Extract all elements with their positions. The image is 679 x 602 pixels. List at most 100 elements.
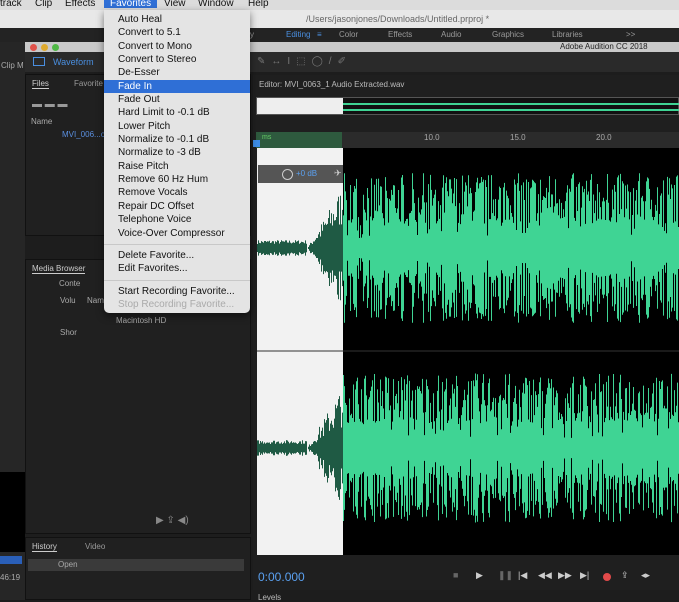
volumes-item[interactable]: Volu xyxy=(60,296,76,305)
minimize-button[interactable] xyxy=(41,44,48,51)
tab-editing[interactable]: Editing xyxy=(286,28,310,42)
content-label: Conte xyxy=(59,279,81,288)
more-tabs-button[interactable]: >> xyxy=(626,28,635,42)
menu-item-start-recording-favorite[interactable]: Start Recording Favorite... xyxy=(104,285,250,298)
timeline-buttons[interactable] xyxy=(0,556,22,564)
menu-help[interactable]: Help xyxy=(248,0,269,9)
menu-item-repair-dc-offset[interactable]: Repair DC Offset xyxy=(104,200,250,213)
skip-selection-icon[interactable]: ◂▸ xyxy=(641,570,650,581)
tab-graphics[interactable]: Graphics xyxy=(492,28,524,42)
skip-start-button[interactable]: |◀ xyxy=(518,570,527,581)
tab-color[interactable]: Color xyxy=(339,28,358,42)
menu-item-raise-pitch[interactable]: Raise Pitch xyxy=(104,160,250,173)
program-monitor xyxy=(0,472,25,552)
pause-button[interactable]: ❚❚ xyxy=(498,570,513,581)
pin-icon[interactable]: ✈ xyxy=(334,168,342,179)
menu-item-delete-favorite[interactable]: Delete Favorite... xyxy=(104,249,250,262)
tab-video[interactable]: Video xyxy=(85,542,105,551)
workspace-tabs: y Editing ≡ Color Effects Audio Graphics… xyxy=(0,28,679,42)
preview-controls[interactable]: ▶ ⇪ ◀) xyxy=(156,515,189,526)
waveform-tab[interactable]: Waveform xyxy=(53,57,94,67)
tab-levels[interactable]: Levels xyxy=(258,593,281,602)
waveform-channel-1 xyxy=(343,173,679,323)
fast-forward-button[interactable]: ▶▶ xyxy=(558,570,572,581)
history-item-label: Open xyxy=(58,560,78,569)
file-item[interactable]: MVI_006...o xyxy=(62,130,105,139)
menu-item-remove-vocals[interactable]: Remove Vocals xyxy=(104,186,250,199)
menu-effects[interactable]: Effects xyxy=(65,0,95,9)
menu-icon[interactable]: ≡ xyxy=(317,28,322,42)
tab-libraries[interactable]: Libraries xyxy=(552,28,583,42)
skip-end-button[interactable]: ▶| xyxy=(580,570,589,581)
record-button[interactable] xyxy=(603,573,611,581)
menu-item-remove-60-hz-hum[interactable]: Remove 60 Hz Hum xyxy=(104,173,250,186)
waveform-icon xyxy=(33,57,45,66)
gain-value[interactable]: +0 dB xyxy=(296,169,317,178)
play-button[interactable]: ▶ xyxy=(476,570,483,581)
editor-title: Editor: MVI_0063_1 Audio Extracted.wav xyxy=(259,80,405,89)
menu-item-de-esser[interactable]: De-Esser xyxy=(104,66,250,79)
menu-item-stop-recording-favorite: Stop Recording Favorite... xyxy=(118,298,235,310)
menu-item-convert-to-stereo[interactable]: Convert to Stereo xyxy=(104,53,250,66)
premiere-title-bar: /Users/jasonjones/Downloads/Untitled.prp… xyxy=(0,10,679,28)
tab-audio[interactable]: Audio xyxy=(441,28,461,42)
stop-button[interactable]: ■ xyxy=(453,570,458,580)
loop-output-icon[interactable]: ⇪ xyxy=(621,570,629,581)
folder-icons[interactable]: ▬ ▬ ▬ xyxy=(32,99,68,110)
history-panel: History Video Open xyxy=(25,537,251,600)
ruler-unit: ms xyxy=(262,134,272,141)
menu-item-telephone-voice[interactable]: Telephone Voice xyxy=(104,213,250,226)
menu-separator xyxy=(104,279,250,281)
zoom-button[interactable] xyxy=(52,44,59,51)
tab-files[interactable]: Files xyxy=(32,79,49,89)
menu-item-convert-to-5-1[interactable]: Convert to 5.1 xyxy=(104,26,250,39)
rewind-button[interactable]: ◀◀ xyxy=(538,570,552,581)
transport-bar: 0:00.000 ■ ▶ ❚❚ |◀ ◀◀ ▶▶ ▶| ⇪ ◂▸ xyxy=(253,565,679,590)
tab-history[interactable]: History xyxy=(32,542,57,552)
menu-item-edit-favorites[interactable]: Edit Favorites... xyxy=(104,262,250,275)
hud-gain-control[interactable]: +0 dB ✈ xyxy=(258,165,343,183)
time-ruler[interactable]: ms 10.0 15.0 20.0 xyxy=(253,132,679,148)
timecode: 46:19 xyxy=(0,573,21,582)
tab-y[interactable]: y xyxy=(250,28,254,42)
menu-item-normalize-to-0-1-db[interactable]: Normalize to -0.1 dB xyxy=(104,133,250,146)
menu-item-convert-to-mono[interactable]: Convert to Mono xyxy=(104,40,250,53)
clip-label: Clip M xyxy=(1,61,24,70)
menu-view[interactable]: View xyxy=(164,0,186,9)
ruler-tick: 15.0 xyxy=(510,133,526,142)
menu-separator xyxy=(104,243,250,245)
ruler-tick: 10.0 xyxy=(424,133,440,142)
menu-item-voice-over-compressor[interactable]: Voice-Over Compressor xyxy=(104,227,250,240)
current-time: 0:00.000 xyxy=(258,570,305,584)
history-item[interactable]: Open xyxy=(28,559,244,571)
menu-item-normalize-to-3-db[interactable]: Normalize to -3 dB xyxy=(104,146,250,159)
playhead-handle[interactable] xyxy=(253,140,260,147)
menu-item-lower-pitch[interactable]: Lower Pitch xyxy=(104,120,250,133)
project-path: /Users/jasonjones/Downloads/Untitled.prp… xyxy=(306,14,490,24)
menu-clip[interactable]: Clip xyxy=(35,0,52,9)
name-column-header[interactable]: Name xyxy=(31,117,52,126)
menu-bar: track Clip Effects Favorites View Window… xyxy=(0,0,679,10)
waveform-channel-2 xyxy=(343,373,679,523)
ruler-tick: 20.0 xyxy=(596,133,612,142)
tab-media-browser[interactable]: Media Browser xyxy=(32,264,86,274)
menu-favorites[interactable]: Favorites xyxy=(104,0,158,9)
menu-item-auto-heal[interactable]: Auto Heal xyxy=(104,13,250,26)
tab-favorites[interactable]: Favorite xyxy=(74,79,103,88)
name-column: Nam xyxy=(87,296,104,305)
overview-bar[interactable] xyxy=(256,97,679,115)
gain-knob-icon[interactable] xyxy=(282,169,293,180)
menu-item-fade-out[interactable]: Fade Out xyxy=(104,93,250,106)
menu-item-fade-in[interactable]: Fade In xyxy=(104,79,250,94)
menu-window[interactable]: Window xyxy=(198,0,234,9)
waveform-display[interactable] xyxy=(257,148,679,555)
tool-icons[interactable]: ✎↔I⬚◯/✐ xyxy=(257,56,352,67)
premiere-left-panel: Clip M 46:19 xyxy=(0,42,25,600)
macintosh-hd-item[interactable]: Macintosh HD xyxy=(116,316,166,325)
close-button[interactable] xyxy=(30,44,37,51)
shortcuts-item[interactable]: Shor xyxy=(60,328,77,337)
menu-track[interactable]: track xyxy=(0,0,22,9)
menu-item-hard-limit-to-0-1-db[interactable]: Hard Limit to -0.1 dB xyxy=(104,106,250,119)
tab-effects[interactable]: Effects xyxy=(388,28,412,42)
app-title: Adobe Audition CC 2018 xyxy=(560,42,648,51)
